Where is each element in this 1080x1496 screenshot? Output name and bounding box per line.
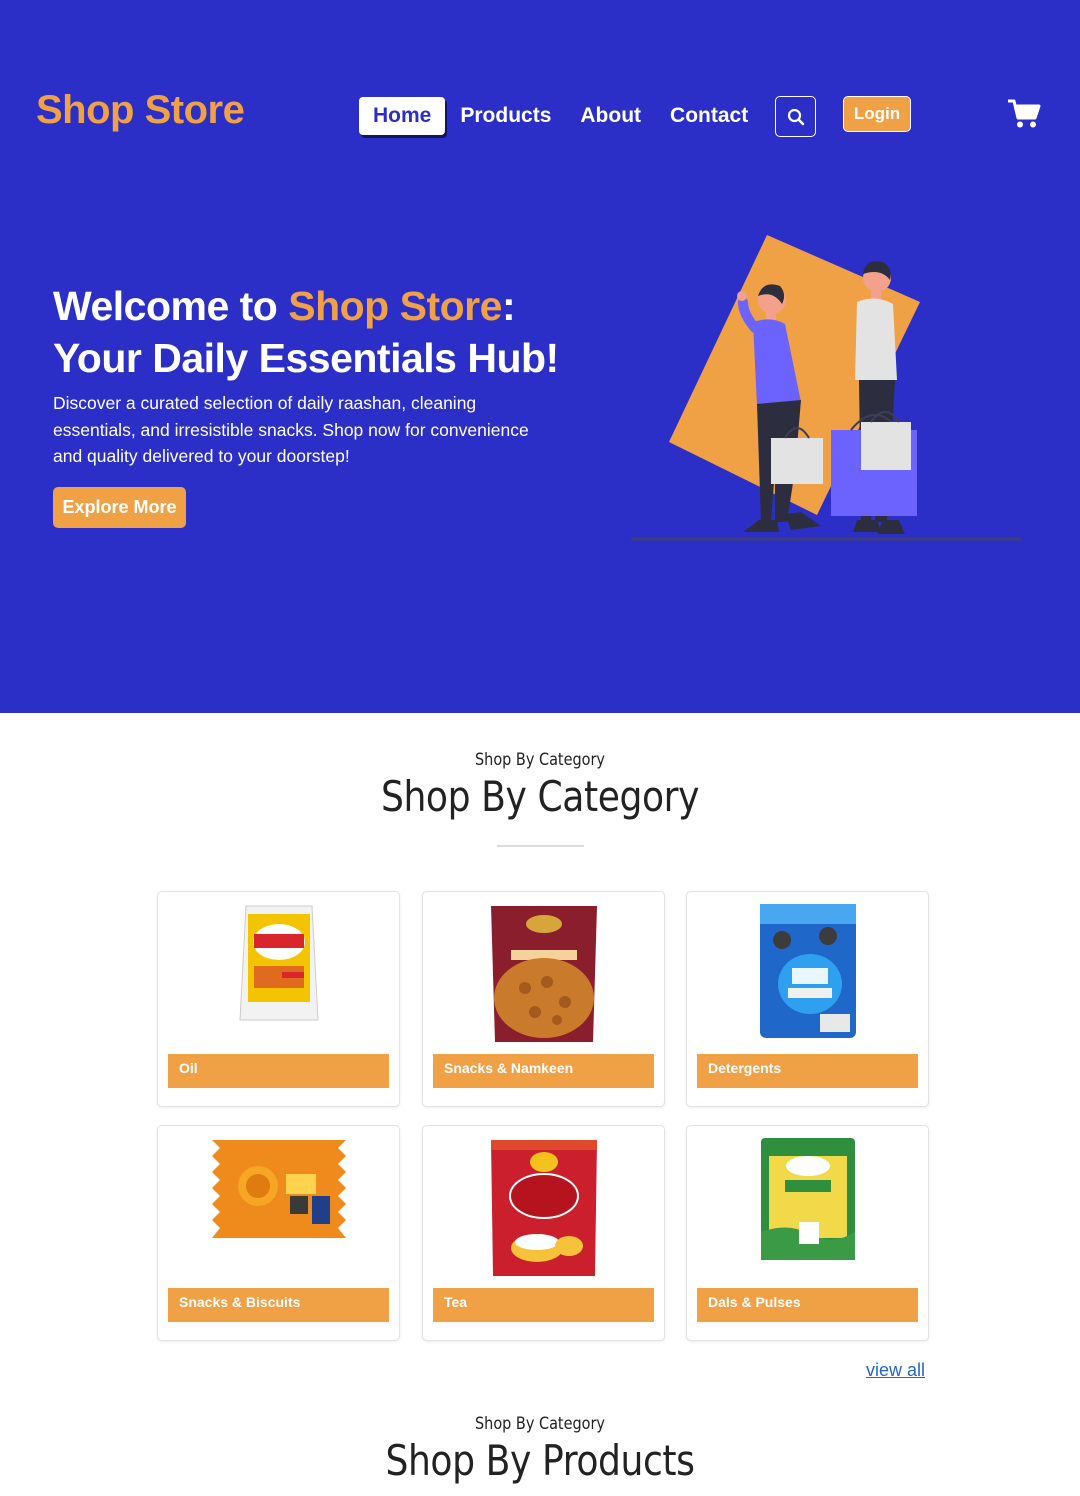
hero-title-brand: Shop Store bbox=[288, 283, 502, 329]
category-card-detergents[interactable]: Detergents bbox=[686, 891, 929, 1107]
category-section-kicker: Shop By Category bbox=[474, 750, 605, 770]
category-card-dals-pulses[interactable]: Dals & Pulses bbox=[686, 1125, 929, 1341]
nav-products[interactable]: Products bbox=[446, 97, 565, 135]
login-button[interactable]: Login bbox=[843, 96, 911, 132]
category-card-oil[interactable]: Oil bbox=[157, 891, 400, 1107]
category-label: Oil bbox=[168, 1054, 389, 1088]
namkeen-pack-image bbox=[490, 906, 597, 1042]
view-all-link[interactable]: view all bbox=[866, 1360, 925, 1381]
products-section-title: Shop By Products bbox=[385, 1436, 695, 1485]
category-section-title: Shop By Category bbox=[380, 772, 700, 821]
hero-description: Discover a curated selection of daily ra… bbox=[53, 393, 529, 466]
shopping-illustration bbox=[631, 235, 1021, 541]
cart-icon bbox=[1008, 99, 1041, 128]
hero-title-colon: : bbox=[501, 283, 516, 329]
hero-title: Welcome to Shop Store: Your Daily Essent… bbox=[53, 280, 559, 384]
category-label: Dals & Pulses bbox=[697, 1288, 918, 1322]
category-label: Tea bbox=[433, 1288, 654, 1322]
category-card-snacks-biscuits[interactable]: Snacks & Biscuits bbox=[157, 1125, 400, 1341]
category-label: Snacks & Namkeen bbox=[433, 1054, 654, 1088]
main-nav: Home Products About Contact bbox=[359, 96, 763, 136]
oil-pack-image bbox=[238, 905, 319, 1021]
explore-more-button[interactable]: Explore More bbox=[53, 487, 186, 528]
tea-pack-image bbox=[490, 1140, 597, 1276]
brand-logo[interactable]: Shop Store bbox=[36, 88, 245, 133]
category-card-tea[interactable]: Tea bbox=[422, 1125, 665, 1341]
section-divider bbox=[497, 845, 584, 847]
nav-about[interactable]: About bbox=[566, 97, 655, 135]
category-card-snacks-namkeen[interactable]: Snacks & Namkeen bbox=[422, 891, 665, 1107]
dal-pack-image bbox=[760, 1138, 855, 1260]
products-section-kicker: Shop By Category bbox=[474, 1414, 605, 1434]
hero-title-line2: Your Daily Essentials Hub! bbox=[53, 335, 559, 381]
category-label: Snacks & Biscuits bbox=[168, 1288, 389, 1322]
cart-button[interactable] bbox=[1006, 98, 1042, 130]
hero-section: Shop Store Home Products About Contact L… bbox=[0, 0, 1080, 713]
category-label: Detergents bbox=[697, 1054, 918, 1088]
detergent-pack-image bbox=[759, 904, 856, 1038]
biscuit-pack-image bbox=[211, 1140, 346, 1238]
search-button[interactable] bbox=[775, 96, 816, 137]
nav-home[interactable]: Home bbox=[359, 97, 446, 135]
search-icon bbox=[787, 108, 804, 125]
hero-title-prefix: Welcome to bbox=[53, 283, 289, 329]
nav-contact[interactable]: Contact bbox=[656, 97, 762, 135]
